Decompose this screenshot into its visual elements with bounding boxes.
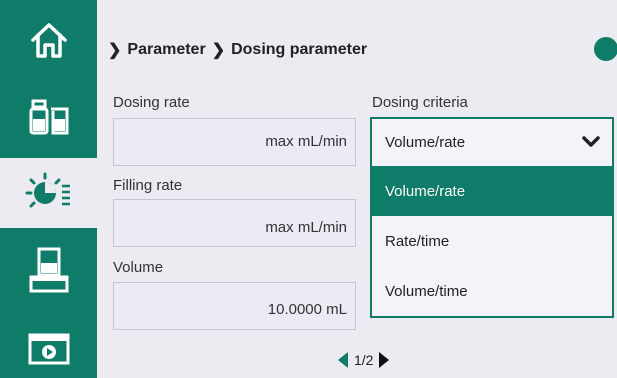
screen: ❯ Parameter ❯ Dosing parameter Dosing ra… (0, 0, 617, 378)
sidebar (0, 0, 97, 378)
dropdown-option[interactable]: Rate/time (372, 216, 612, 266)
pager: 1/2 (338, 352, 390, 368)
previous-page-icon[interactable] (338, 352, 348, 368)
sidebar-item-home[interactable] (0, 5, 97, 75)
dosing-criteria-dropdown[interactable]: Volume/rate Volume/rate Rate/time Volume… (370, 117, 614, 318)
page-indicator: 1/2 (354, 352, 374, 368)
status-indicator (594, 37, 617, 61)
dosing-pump-icon (25, 172, 70, 208)
dropdown-selected-value[interactable]: Volume/rate (372, 119, 612, 166)
dosing-criteria-label: Dosing criteria (372, 94, 468, 111)
sidebar-item-video[interactable] (0, 320, 97, 378)
next-page-icon[interactable] (379, 352, 390, 368)
home-icon (30, 23, 67, 58)
option-label: Rate/time (385, 232, 450, 250)
sidebar-item-reagents[interactable] (0, 82, 97, 152)
breadcrumb: ❯ Parameter ❯ Dosing parameter (108, 40, 367, 60)
dropdown-selected-text: Volume/rate (385, 134, 466, 151)
beaker-scale-icon (29, 247, 68, 293)
sidebar-item-weighing[interactable] (0, 235, 97, 305)
option-label: Volume/rate (385, 182, 466, 200)
filling-rate-label: Filling rate (113, 177, 183, 194)
volume-field[interactable]: 10.0000 mL (113, 282, 356, 330)
dropdown-option[interactable]: Volume/rate (372, 166, 612, 216)
filling-rate-value: max mL/min (265, 219, 347, 236)
volume-value: 10.0000 mL (267, 301, 347, 318)
chevron-down-icon (582, 136, 600, 147)
option-label: Volume/time (385, 282, 468, 300)
bottle-beaker-icon (29, 99, 68, 135)
chevron-right-icon: ❯ (108, 42, 122, 59)
breadcrumb-dosing-parameter: Dosing parameter (231, 41, 368, 58)
dosing-rate-value: max mL/min (265, 133, 347, 150)
dropdown-option[interactable]: Volume/time (372, 266, 612, 316)
filling-rate-field[interactable]: max mL/min (113, 199, 356, 247)
dosing-rate-label: Dosing rate (113, 94, 190, 111)
chevron-right-icon: ❯ (211, 42, 226, 59)
dosing-rate-field[interactable]: max mL/min (113, 118, 356, 166)
sidebar-item-dosing[interactable] (0, 158, 97, 228)
volume-label: Volume (113, 259, 164, 276)
breadcrumb-parameter[interactable]: Parameter (127, 41, 205, 59)
video-icon (28, 333, 69, 365)
